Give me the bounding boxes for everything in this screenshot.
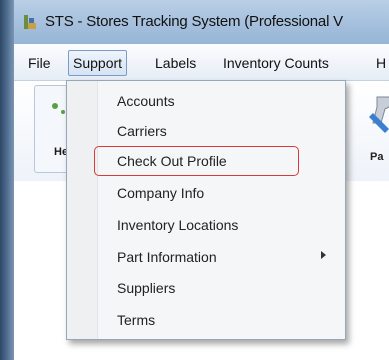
- window-title: STS - Stores Tracking System (Profession…: [45, 13, 343, 30]
- menu-inventory-counts[interactable]: Inventory Counts: [219, 53, 333, 73]
- menu-item-part-information[interactable]: Part Information: [117, 247, 217, 267]
- menu-help[interactable]: H: [372, 53, 389, 73]
- menu-labels[interactable]: Labels: [151, 53, 200, 73]
- menu-item-suppliers[interactable]: Suppliers: [117, 278, 175, 298]
- submenu-arrow-icon: [321, 251, 326, 259]
- highlight-annotation: [94, 146, 299, 176]
- menu-file[interactable]: File: [24, 53, 55, 73]
- window-left-border: [0, 0, 14, 360]
- menu-bar: File Support Labels Inventory Counts H: [14, 44, 389, 81]
- menu-item-carriers[interactable]: Carriers: [117, 121, 167, 141]
- menu-item-inventory-locations[interactable]: Inventory Locations: [117, 215, 238, 235]
- tools-icon: [369, 96, 389, 133]
- menu-icon-gutter: [67, 81, 98, 339]
- menu-item-company-info[interactable]: Company Info: [117, 183, 204, 203]
- support-dropdown-menu: Accounts Carriers Check Out Profile Comp…: [66, 80, 346, 340]
- menu-support[interactable]: Support: [68, 50, 128, 76]
- menu-item-terms[interactable]: Terms: [117, 310, 155, 330]
- title-bar[interactable]: STS - Stores Tracking System (Profession…: [14, 0, 389, 44]
- toolbar-right-label: Pa: [370, 151, 384, 163]
- app-icon: [22, 13, 38, 31]
- menu-item-accounts[interactable]: Accounts: [117, 91, 175, 111]
